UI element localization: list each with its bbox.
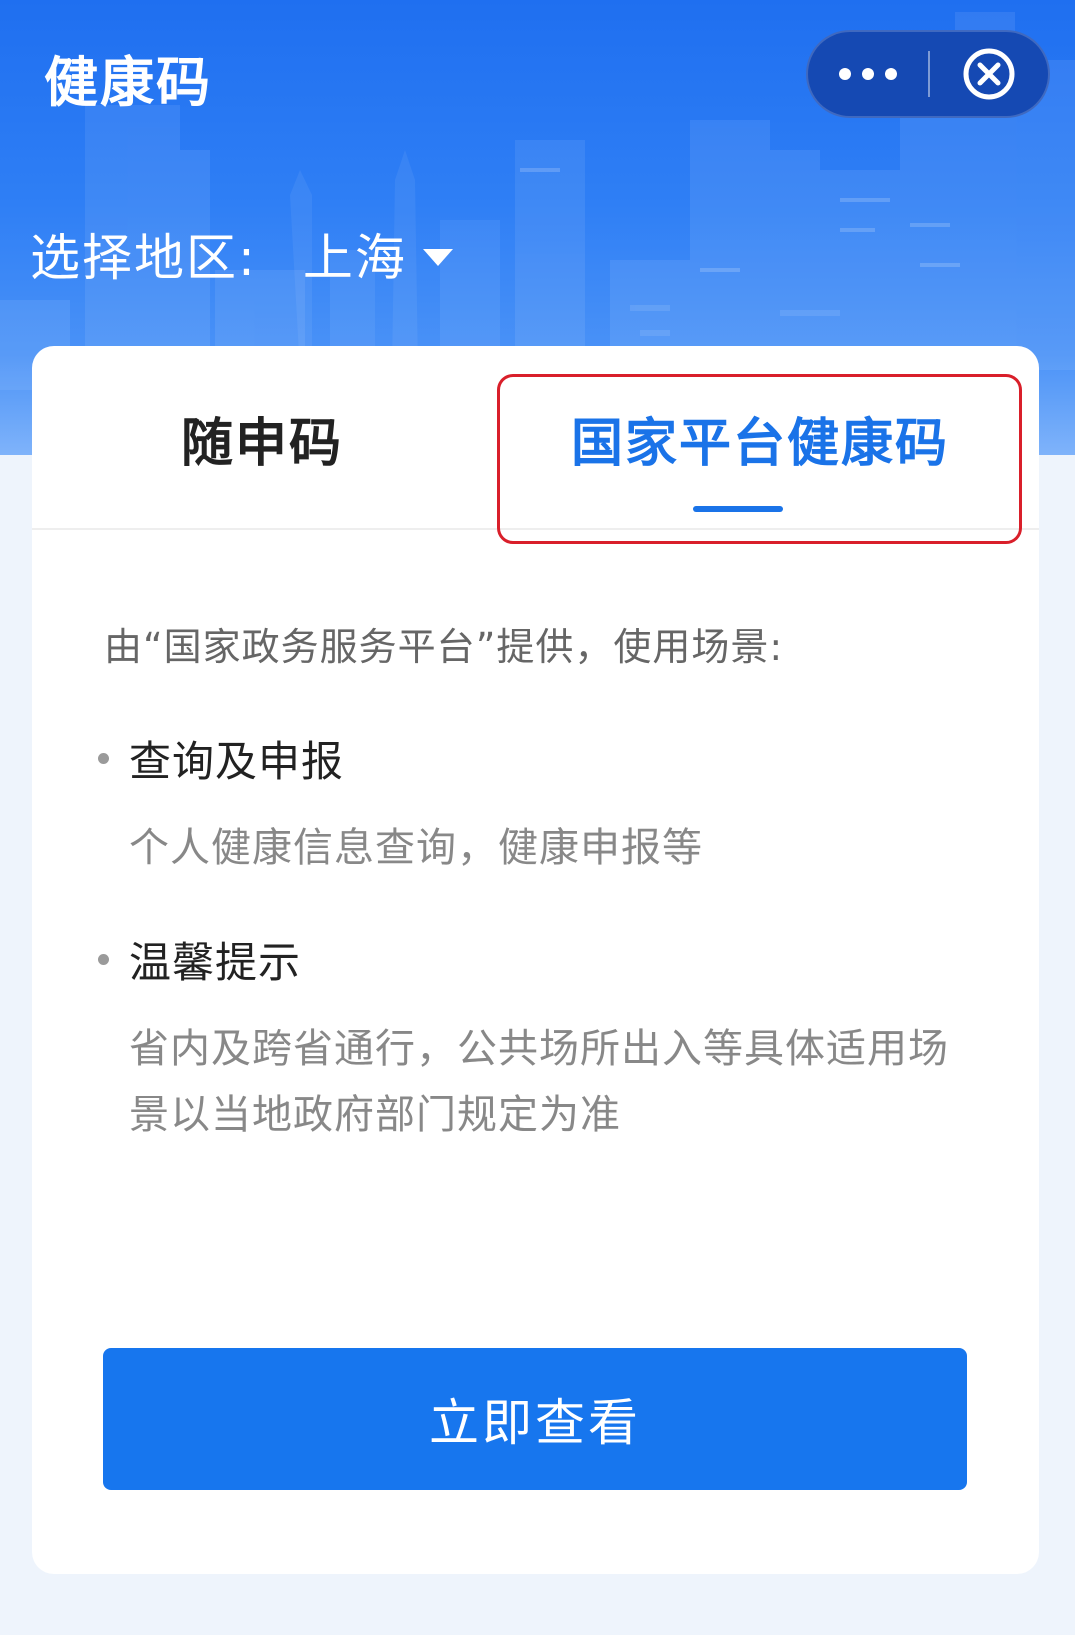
- tab-bar: 随申码 国家平台健康码: [32, 346, 1039, 544]
- more-dots-icon: [839, 68, 851, 80]
- more-dot: [885, 68, 897, 80]
- app-title: 健康码: [44, 51, 212, 114]
- region-selector[interactable]: 选择地区: 上海: [30, 218, 453, 290]
- usage-item-desc: 省内及跨省通行，公共场所出入等具体适用场景以当地政府部门规定为准: [129, 1026, 949, 1138]
- region-value[interactable]: 上海: [303, 218, 407, 290]
- bullet-dot-icon: [98, 954, 109, 965]
- usage-intro: 由“国家政务服务平台”提供，使用场景:: [104, 625, 784, 669]
- caret-down-icon[interactable]: [422, 248, 453, 266]
- active-tab-indicator: [693, 506, 783, 512]
- more-dot: [862, 68, 874, 80]
- health-code-card: 随申码 国家平台健康码 由“国家政务服务平台”提供，使用场景: 查询及申报 个人…: [32, 346, 1039, 1574]
- usage-item-header: 查询及申报: [98, 728, 703, 789]
- usage-item-title: 查询及申报: [129, 737, 345, 786]
- usage-item: 查询及申报 个人健康信息查询，健康申报等: [98, 728, 703, 881]
- tab-national-health-code[interactable]: 国家平台健康码: [500, 346, 1020, 530]
- usage-item-title: 温馨提示: [129, 938, 302, 987]
- usage-item-header: 温馨提示: [98, 929, 978, 990]
- usage-item: 温馨提示 省内及跨省通行，公共场所出入等具体适用场景以当地政府部门规定为准: [98, 929, 978, 1148]
- more-button[interactable]: [808, 32, 928, 116]
- bullet-dot-icon: [98, 753, 109, 764]
- close-button[interactable]: [930, 32, 1048, 116]
- app-page: 健康码 选择地区: 上海 随申码 国家平台健康码 由“国家政务服务平台”提供，使…: [0, 0, 1075, 1635]
- view-now-button[interactable]: 立即查看: [103, 1348, 967, 1490]
- mini-program-capsule: [806, 30, 1050, 118]
- close-circle-icon: [963, 48, 1015, 100]
- usage-item-desc: 个人健康信息查询，健康申报等: [129, 825, 703, 871]
- region-label: 选择地区:: [30, 229, 257, 287]
- tab-suishen-code[interactable]: 随申码: [32, 346, 492, 530]
